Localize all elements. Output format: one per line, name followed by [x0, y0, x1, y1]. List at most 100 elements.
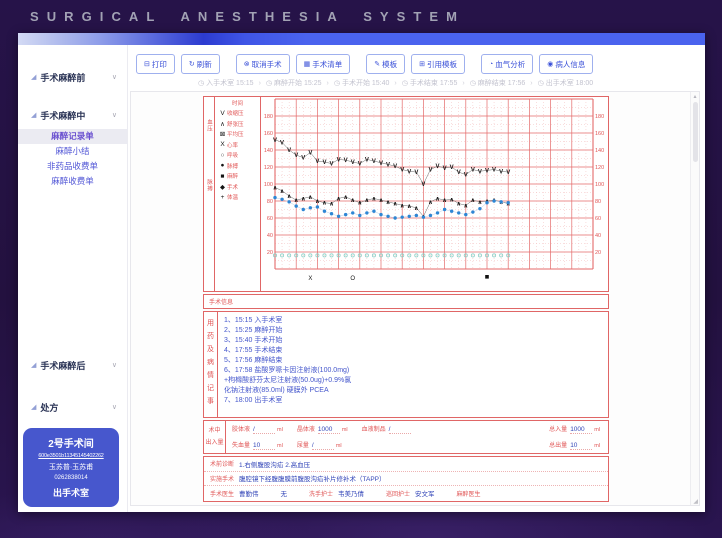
button-label: 手术清单 — [312, 59, 342, 70]
diagnosis-table: 术前诊断1.右侧腹股沟疝 2.高血压实施手术腹腔镜下经腹腹膜前腹股沟疝补片修补术… — [203, 456, 609, 502]
svg-text:120: 120 — [264, 165, 273, 171]
svg-text:V: V — [330, 162, 334, 168]
refresh-button[interactable]: ↻刷新 — [181, 54, 220, 74]
sidebar-item-anesthesia-charge[interactable]: 麻醉收费单 — [18, 174, 127, 189]
sidebar-item-intra-anesthesia[interactable]: ◢手术麻醉中∨ — [18, 107, 127, 123]
remark-line: 6、17:58 盐酸罗哌卡因注射液(100.0mg) — [224, 366, 602, 376]
patient-info-icon: ◉ — [547, 60, 553, 68]
clock-icon: ◷ — [334, 79, 340, 87]
legend-item: X心率 — [215, 140, 260, 151]
button-label: 引用模板 — [427, 59, 457, 70]
record-id-link[interactable]: 600e3501b11345145402262 — [25, 453, 117, 459]
info-label: 手术医生 — [210, 489, 234, 498]
io-field-value[interactable]: / — [253, 426, 275, 434]
template-button[interactable]: ✎模板 — [366, 54, 405, 74]
svg-text:∧: ∧ — [336, 196, 341, 202]
sidebar-item-pre-anesthesia[interactable]: ◢手术麻醉前∨ — [18, 69, 127, 85]
legend-item: ⊠平均压 — [215, 129, 260, 140]
svg-text:V: V — [436, 164, 440, 170]
sidebar-item-prescription[interactable]: ◢处方∨ — [18, 399, 127, 415]
remarks-label-char: 事 — [204, 395, 217, 408]
button-label: 打印 — [152, 59, 167, 70]
leave-or-button[interactable]: 出手术室 — [25, 486, 117, 499]
svg-text:20: 20 — [267, 250, 273, 256]
svg-text:V: V — [407, 169, 411, 175]
io-total: 总入量1000ml — [549, 424, 600, 434]
remark-line: 2、15:25 麻醉开始 — [224, 326, 602, 336]
io-field-value[interactable]: / — [389, 426, 411, 434]
surgery-list-button[interactable]: ▦手术清单 — [296, 54, 351, 74]
io-row: 胶体液/ml晶体液1000ml血液制品/总入量1000ml — [226, 421, 608, 437]
info-label: 实施手术 — [210, 474, 234, 483]
clock-icon: ◷ — [266, 79, 272, 87]
info-pair: 巡回护士安文军 — [386, 488, 435, 498]
legend-item: V收缩压 — [215, 108, 260, 119]
fluid-io-table: 术中出入量 胶体液/ml晶体液1000ml血液制品/总入量1000ml失血量10… — [203, 420, 609, 454]
vertical-scrollbar[interactable]: ▴ — [690, 92, 699, 505]
svg-text:V: V — [322, 160, 326, 166]
clock-icon: ◷ — [538, 79, 544, 87]
info-label: 巡回护士 — [386, 489, 410, 498]
remark-line: 化钠注射液(85.0ml) 硬膜外 PCEA — [224, 386, 602, 396]
patient-info-button[interactable]: ◉病人信息 — [539, 54, 593, 74]
info-label: 麻醉医生 — [457, 489, 481, 498]
svg-text:V: V — [421, 182, 425, 188]
svg-text:∧: ∧ — [470, 198, 475, 204]
svg-text:∧: ∧ — [386, 200, 391, 206]
io-label-part: 出入量 — [204, 437, 225, 449]
scrollbar-thumb[interactable] — [693, 102, 698, 162]
io-field: 尿量/ml — [297, 440, 342, 450]
io-field-value[interactable]: / — [312, 442, 334, 450]
chevron-down-icon: ∨ — [112, 73, 117, 81]
svg-text:∧: ∧ — [357, 201, 362, 207]
scroll-up-arrow[interactable]: ▴ — [691, 93, 699, 100]
svg-text:160: 160 — [595, 131, 604, 137]
svg-text:∧: ∧ — [435, 196, 440, 202]
legend-label: 收缩压 — [227, 109, 244, 117]
svg-text:V: V — [294, 153, 298, 159]
axis-strip-label: 血压 — [205, 119, 213, 132]
info-value: 无 — [281, 488, 288, 498]
svg-text:∧: ∧ — [449, 197, 454, 203]
svg-text:∧: ∧ — [400, 203, 405, 209]
svg-text:∧: ∧ — [280, 189, 285, 195]
blood-gas-button[interactable]: ◔血气分析 — [481, 54, 533, 74]
sidebar-item-non-drug-charge[interactable]: 非药品收费单 — [18, 159, 127, 174]
timeline-separator: › — [530, 80, 532, 87]
io-field-value[interactable]: 1000 — [318, 426, 340, 434]
io-field: 晶体液1000ml — [297, 424, 348, 434]
io-field-value[interactable]: 10 — [253, 442, 275, 450]
timeline-step-label: 麻醉开始 15:25 — [274, 78, 321, 88]
svg-text:∧: ∧ — [463, 203, 468, 209]
button-label: 取消手术 — [252, 59, 282, 70]
svg-text:V: V — [400, 168, 404, 174]
legend-label: 心率 — [227, 141, 238, 149]
sidebar-item-anesthesia-record[interactable]: 麻醉记录单 — [18, 129, 127, 144]
cancel-surgery-button[interactable]: ⊗取消手术 — [236, 54, 290, 74]
chart-legend: 时间 V收缩压∧舒张压⊠平均压X心率○呼吸●脉搏■麻醉◆手术+体温 — [215, 97, 261, 291]
print-button[interactable]: ⊟打印 — [136, 54, 175, 74]
timeline-step: ◷出手术室 18:00 — [538, 78, 594, 88]
io-row: 失血量10ml尿量/ml总出量10ml — [226, 437, 608, 453]
svg-text:80: 80 — [267, 199, 273, 205]
clock-icon: ◷ — [402, 79, 408, 87]
refresh-icon: ↻ — [189, 60, 195, 68]
timeline-step-label: 麻醉结束 17:56 — [478, 78, 525, 88]
section-label: 手术麻醉中 — [40, 109, 111, 122]
sidebar-item-post-anesthesia[interactable]: ◢手术麻醉后∨ — [18, 357, 127, 373]
timeline-step: ◷手术结束 17:55 — [402, 78, 458, 88]
remark-line: 5、17:56 麻醉结束 — [224, 356, 602, 366]
room-name: 2号手术间 — [25, 435, 117, 450]
timeline-step: ◷手术开始 15:40 — [334, 78, 390, 88]
svg-text:V: V — [478, 169, 482, 175]
io-total-unit: ml — [594, 427, 600, 433]
remark-line: 7、18:00 出手术室 — [224, 396, 602, 406]
io-field-label: 晶体液 — [297, 424, 315, 433]
io-field-label: 尿量 — [297, 440, 309, 449]
svg-text:40: 40 — [267, 233, 273, 239]
legend-symbol: ● — [218, 162, 227, 169]
legend-item: +体温 — [215, 192, 260, 203]
chevron-down-icon: ∨ — [112, 403, 117, 411]
sidebar-item-anesthesia-summary[interactable]: 麻醉小结 — [18, 144, 127, 159]
apply-template-button[interactable]: ⊞引用模板 — [411, 54, 465, 74]
